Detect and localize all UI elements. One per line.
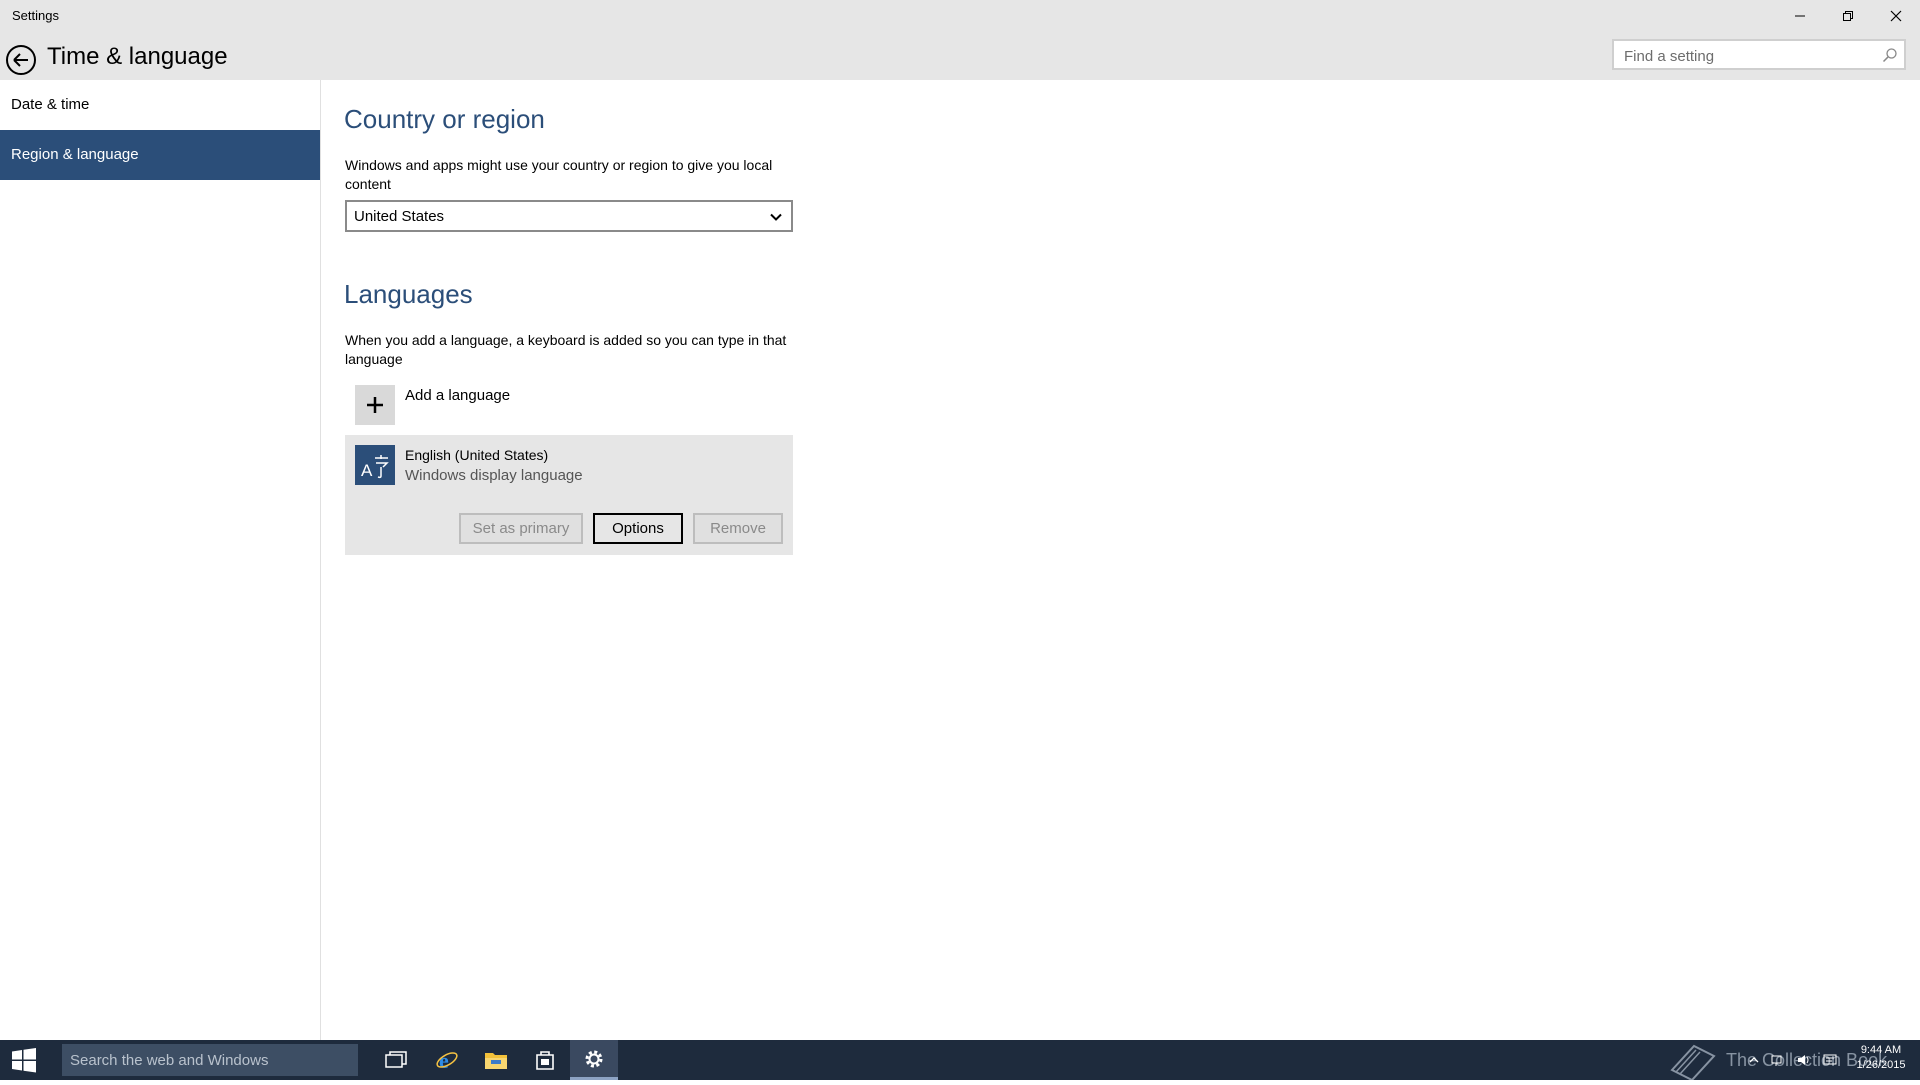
svg-text:A: A (361, 461, 373, 480)
country-selected-value: United States (354, 208, 445, 225)
volume-icon[interactable] (1796, 1052, 1812, 1068)
language-glyph-icon: A (361, 455, 389, 480)
add-language-button[interactable] (355, 385, 395, 425)
internet-explorer-icon: e (436, 1048, 458, 1072)
language-name: English (United States) (405, 447, 549, 463)
clock-time: 9:44 AM (1860, 1044, 1902, 1056)
add-language-label[interactable]: Add a language (405, 387, 510, 404)
windows-logo-icon (12, 1048, 36, 1073)
page-title: Time & language (47, 43, 228, 70)
file-explorer-icon (485, 1053, 507, 1069)
restore-icon (1842, 10, 1853, 21)
language-subtitle: Windows display language (405, 467, 583, 484)
country-dropdown[interactable]: United States (345, 200, 793, 232)
system-tray (1748, 1040, 1838, 1080)
sidebar-item-region-language[interactable]: Region & language (0, 130, 320, 180)
restore-button[interactable] (1824, 0, 1871, 31)
file-explorer-button[interactable] (472, 1040, 520, 1080)
language-icon: A (355, 445, 395, 485)
svg-text:e: e (439, 1048, 449, 1072)
search-icon[interactable] (1882, 47, 1898, 63)
languages-description: When you add a language, a keyboard is a… (345, 332, 787, 367)
title-bar (0, 0, 1920, 31)
store-icon (536, 1051, 554, 1070)
taskbar-search-box[interactable]: Search the web and Windows (62, 1044, 358, 1076)
book-icon (1670, 1044, 1716, 1080)
back-arrow-icon (6, 45, 36, 75)
sidebar (0, 80, 321, 1040)
action-center-icon[interactable] (1822, 1052, 1838, 1068)
chevron-down-icon (770, 213, 782, 221)
clock-date: 1/26/2015 (1856, 1059, 1906, 1071)
back-button[interactable] (4, 43, 38, 77)
options-button[interactable]: Options (593, 513, 683, 544)
sidebar-item-date-time[interactable]: Date & time (0, 80, 320, 130)
chevron-up-icon[interactable] (1748, 1054, 1760, 1066)
network-icon[interactable] (1770, 1052, 1786, 1068)
languages-section-title: Languages (344, 279, 473, 309)
plus-icon (367, 397, 383, 413)
settings-taskbar-button[interactable] (570, 1040, 618, 1080)
set-as-primary-button[interactable]: Set as primary (459, 513, 583, 544)
remove-button[interactable]: Remove (693, 513, 783, 544)
task-view-button[interactable] (372, 1040, 420, 1080)
store-button[interactable] (521, 1040, 569, 1080)
task-view-icon (385, 1051, 407, 1068)
settings-icon (585, 1050, 603, 1067)
country-description: Windows and apps might use your country … (345, 157, 773, 192)
app-title: Settings (12, 8, 59, 23)
start-button[interactable] (0, 1040, 48, 1080)
minimize-button[interactable] (1776, 0, 1823, 31)
minimize-icon (1794, 15, 1805, 16)
search-input[interactable] (1622, 45, 1876, 67)
find-setting-search[interactable] (1612, 39, 1906, 70)
country-section-title: Country or region (344, 104, 545, 134)
close-button[interactable] (1872, 0, 1919, 31)
taskbar-clock[interactable]: 9:44 AM 1/26/2015 (1846, 1043, 1916, 1073)
taskbar-search-placeholder: Search the web and Windows (70, 1052, 269, 1069)
internet-explorer-button[interactable]: e (423, 1040, 471, 1080)
close-icon (1890, 10, 1901, 21)
